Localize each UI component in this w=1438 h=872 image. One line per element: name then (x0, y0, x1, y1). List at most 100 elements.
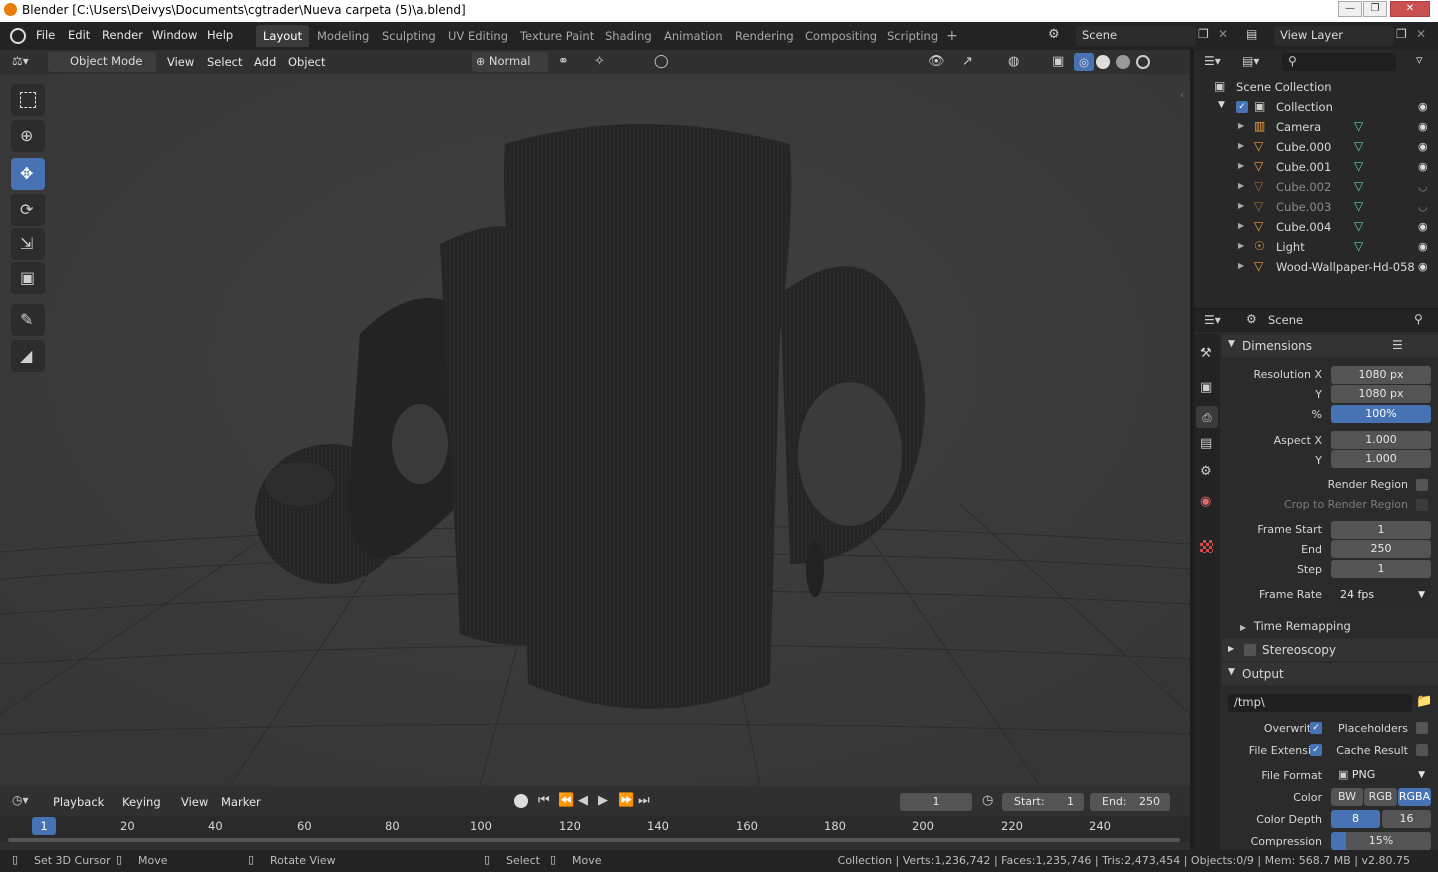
mode-selector[interactable]: Object Mode (48, 52, 156, 72)
depth-8-button[interactable]: 8 (1331, 810, 1380, 828)
snap-icon[interactable]: ✧ (594, 54, 605, 69)
scale-tool[interactable]: ⇲ (11, 228, 45, 260)
eye-icon[interactable]: ◉ (1418, 260, 1428, 273)
overlays-icon[interactable]: ◍ (1008, 54, 1019, 69)
delete-scene-icon[interactable]: ✕ (1218, 27, 1228, 41)
expand-icon[interactable]: ▶ (1238, 241, 1244, 250)
annotate-tool[interactable]: ✎ (11, 304, 45, 336)
resolution-y-field[interactable]: 1080 px (1331, 385, 1431, 403)
outliner-editor-icon[interactable]: ☰▾ (1204, 54, 1221, 68)
world-tab-icon[interactable]: ◉ (1200, 494, 1211, 509)
folder-icon[interactable]: 📁 (1416, 694, 1432, 709)
transform-tool[interactable]: ▣ (11, 262, 45, 294)
expand-icon[interactable]: ▶ (1238, 221, 1244, 230)
eye-icon[interactable]: ◉ (1418, 220, 1428, 233)
resolution-percent-field[interactable]: 100% (1331, 405, 1431, 423)
tab-layout[interactable]: Layout (256, 25, 310, 47)
sidebar-toggle-icon[interactable]: ‹ (1180, 90, 1184, 101)
visibility-icon[interactable]: 👁 (928, 54, 945, 69)
eye-icon[interactable]: ◉ (1418, 140, 1428, 153)
tab-uv-editing[interactable]: UV Editing (441, 25, 515, 47)
select-box-tool[interactable] (11, 84, 45, 116)
collection-checkbox[interactable]: ✓ (1236, 101, 1248, 113)
xray-icon[interactable]: ▣ (1052, 54, 1064, 69)
view-layer-tab-icon[interactable]: ▤ (1200, 436, 1212, 451)
compression-slider[interactable]: 15% (1331, 832, 1431, 850)
playhead[interactable]: 1 (32, 817, 56, 835)
blender-menu-icon[interactable] (10, 28, 26, 44)
output-tab-icon[interactable]: ⎙ (1196, 406, 1218, 428)
transform-orientation-selector[interactable]: ⊕ Normal (472, 52, 548, 72)
tool-tab-icon[interactable]: ⚒ (1200, 346, 1212, 361)
menu-view[interactable]: View (167, 55, 194, 69)
outliner-row-collection[interactable]: ▼ ✓ ▣ Collection ◉ (1194, 97, 1438, 117)
3d-viewport[interactable]: ‹ (0, 74, 1190, 786)
output-panel-header[interactable]: ▼ Output (1222, 663, 1438, 685)
menu-keying[interactable]: Keying (122, 795, 161, 809)
crop-checkbox[interactable] (1416, 499, 1428, 511)
minimize-button[interactable]: — (1338, 1, 1362, 17)
expand-icon[interactable]: ▼ (1218, 100, 1225, 110)
outliner-row-object[interactable]: ▶ ▥ Camera ▽ ◉ (1194, 117, 1438, 137)
eye-icon[interactable]: ◉ (1418, 160, 1428, 173)
aspect-y-field[interactable]: 1.000 (1331, 450, 1431, 468)
eye-closed-icon[interactable]: ◡ (1418, 200, 1428, 213)
outliner-row-object[interactable]: ▶ ▽ Cube.001 ▽ ◉ (1194, 157, 1438, 177)
color-rgb-button[interactable]: RGB (1364, 788, 1397, 806)
tab-shading[interactable]: Shading (598, 25, 659, 47)
expand-icon[interactable]: ▶ (1238, 201, 1244, 210)
output-path-input[interactable]: /tmp\ (1228, 694, 1412, 712)
data-icon[interactable]: ▽ (1354, 139, 1363, 153)
timeline-ruler[interactable]: 1 20 40 60 80 100 120 140 160 180 200 22… (0, 816, 1190, 842)
outliner-row-object[interactable]: ▶ ▽ Cube.004 ▽ ◉ (1194, 217, 1438, 237)
aspect-x-field[interactable]: 1.000 (1331, 431, 1431, 449)
eye-icon[interactable]: ◉ (1418, 120, 1428, 133)
jump-start-icon[interactable]: ⏮ (538, 793, 550, 808)
view-layer-selector[interactable]: View Layer (1274, 26, 1394, 46)
close-button[interactable]: ✕ (1390, 1, 1430, 17)
data-icon[interactable]: ▽ (1354, 239, 1363, 253)
eye-icon[interactable]: ◉ (1418, 240, 1428, 253)
eye-icon[interactable]: ◉ (1418, 100, 1428, 113)
filter-icon[interactable]: ▿ (1416, 53, 1423, 68)
new-view-layer-icon[interactable]: ❐ (1396, 27, 1407, 41)
material-shading-icon[interactable] (1116, 55, 1130, 69)
clock-icon[interactable]: ◷ (982, 793, 993, 808)
next-keyframe-icon[interactable]: ⏩ (618, 793, 634, 808)
menu-render[interactable]: Render (102, 28, 143, 42)
pin-icon[interactable]: ⚲ (1414, 312, 1423, 326)
menu-select[interactable]: Select (207, 55, 242, 69)
cursor-tool[interactable]: ⊕ (11, 120, 45, 152)
dimensions-panel-header[interactable]: ▼ Dimensions ☰ (1222, 335, 1438, 357)
frame-step-field[interactable]: 1 (1331, 560, 1431, 578)
frame-end-field[interactable]: 250 (1331, 540, 1431, 558)
record-icon[interactable] (514, 794, 528, 808)
editor-type-icon[interactable]: ⚖▾ (12, 54, 29, 68)
menu-playback[interactable]: Playback (53, 795, 104, 809)
scene-selector[interactable]: Scene (1076, 26, 1196, 46)
color-rgba-button[interactable]: RGBA (1398, 788, 1431, 806)
tab-animation[interactable]: Animation (657, 25, 730, 47)
menu-marker[interactable]: Marker (221, 795, 261, 809)
maximize-button[interactable]: ❐ (1363, 1, 1387, 17)
start-frame-field[interactable]: Start: 1 (1002, 793, 1084, 811)
rotate-tool[interactable]: ⟳ (11, 194, 45, 226)
expand-icon[interactable]: ▶ (1238, 121, 1244, 130)
rendered-shading-icon[interactable] (1136, 55, 1150, 69)
delete-view-layer-icon[interactable]: ✕ (1416, 27, 1426, 41)
end-frame-field[interactable]: End: 250 (1090, 793, 1170, 811)
move-tool[interactable]: ✥ (11, 158, 45, 190)
tab-compositing[interactable]: Compositing (798, 25, 884, 47)
render-tab-icon[interactable]: ▣ (1200, 380, 1212, 395)
tab-sculpting[interactable]: Sculpting (375, 25, 443, 47)
outliner-row-object[interactable]: ▶ ☉ Light ▽ ◉ (1194, 237, 1438, 257)
data-icon[interactable]: ▽ (1354, 159, 1363, 173)
color-bw-button[interactable]: BW (1331, 788, 1363, 806)
expand-icon[interactable]: ▶ (1238, 181, 1244, 190)
menu-help[interactable]: Help (207, 28, 233, 42)
outliner-row-object[interactable]: ▶ ▽ Cube.002 ▽ ◡ (1194, 177, 1438, 197)
frame-rate-dropdown[interactable]: 24 fps ▼ (1334, 586, 1431, 604)
wireframe-shading-icon[interactable]: ◎ (1074, 53, 1094, 71)
play-reverse-icon[interactable]: ◀ (578, 793, 588, 808)
time-remapping-subpanel[interactable]: ▶ Time Remapping (1240, 619, 1438, 635)
